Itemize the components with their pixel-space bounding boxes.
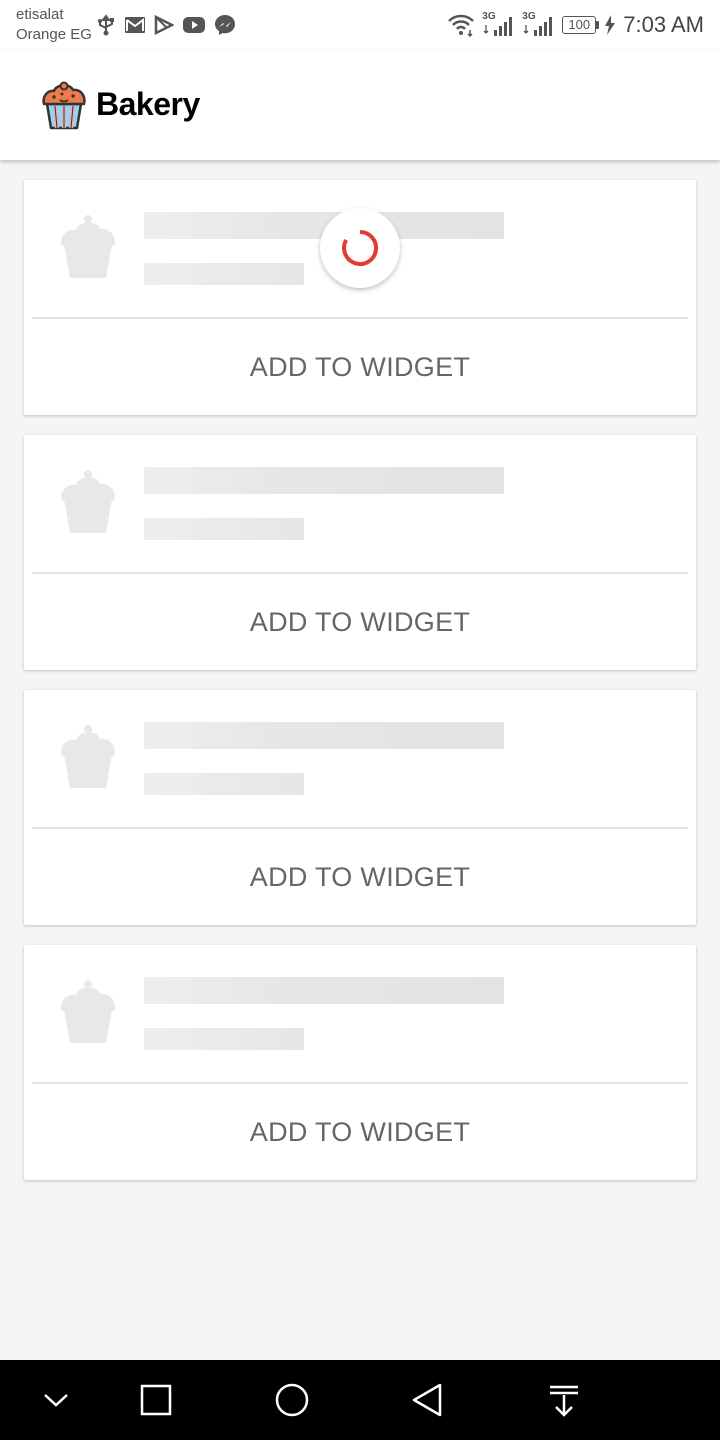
cupcake-placeholder-icon xyxy=(56,724,120,799)
placeholder-subtitle xyxy=(144,263,304,285)
placeholder-title xyxy=(144,722,504,749)
youtube-icon xyxy=(182,16,206,34)
back-triangle-icon[interactable] xyxy=(408,1380,448,1420)
recipe-card: ADD TO WIDGET xyxy=(24,945,696,1180)
notification-pull-icon[interactable] xyxy=(544,1380,584,1420)
recipe-card: ADD TO WIDGET xyxy=(24,435,696,670)
recents-square-icon[interactable] xyxy=(136,1380,176,1420)
notification-icons xyxy=(96,14,236,36)
add-to-widget-button[interactable]: ADD TO WIDGET xyxy=(24,1084,696,1180)
gmail-icon xyxy=(124,16,146,34)
chevron-down-icon[interactable] xyxy=(36,1380,76,1420)
cupcake-placeholder-icon xyxy=(56,469,120,544)
system-navigation-bar xyxy=(0,1360,720,1440)
recipe-list[interactable]: ADD TO WIDGET ADD TO WIDGET ADD TO WIDGE… xyxy=(24,180,696,1200)
carrier-name: etisalat Orange EG xyxy=(16,5,92,45)
loading-spinner xyxy=(320,208,400,288)
cupcake-icon xyxy=(40,80,88,135)
placeholder-subtitle xyxy=(144,1028,304,1050)
spinner-arc-icon xyxy=(342,229,379,266)
placeholder-subtitle xyxy=(144,518,304,540)
app-bar: Bakery xyxy=(0,50,720,160)
charging-icon xyxy=(605,15,616,35)
cupcake-placeholder-icon xyxy=(56,979,120,1054)
carrier-line-2: Orange EG xyxy=(16,26,92,43)
signal-icon-1: 3G xyxy=(482,11,516,37)
placeholder-title xyxy=(144,467,504,494)
home-circle-icon[interactable] xyxy=(272,1380,312,1420)
messenger-icon xyxy=(214,14,236,36)
system-icons: 3G 3G 100 7:03 AM xyxy=(446,10,704,40)
app-title: Bakery xyxy=(96,86,200,122)
add-to-widget-button[interactable]: ADD TO WIDGET xyxy=(24,319,696,415)
cupcake-placeholder-icon xyxy=(56,214,120,289)
usb-icon xyxy=(96,14,116,36)
placeholder-title xyxy=(144,977,504,1004)
carrier-line-1: etisalat xyxy=(16,6,64,23)
clock: 7:03 AM xyxy=(623,12,704,37)
status-bar: etisalat Orange EG 3G 3G 100 7:03 AM xyxy=(0,0,720,50)
wifi-icon xyxy=(446,13,476,37)
signal-icon-2: 3G xyxy=(522,11,556,37)
recipe-card: ADD TO WIDGET xyxy=(24,690,696,925)
play-store-icon xyxy=(154,15,174,35)
placeholder-subtitle xyxy=(144,773,304,795)
add-to-widget-button[interactable]: ADD TO WIDGET xyxy=(24,829,696,925)
battery-icon: 100 xyxy=(562,16,600,34)
add-to-widget-button[interactable]: ADD TO WIDGET xyxy=(24,574,696,670)
